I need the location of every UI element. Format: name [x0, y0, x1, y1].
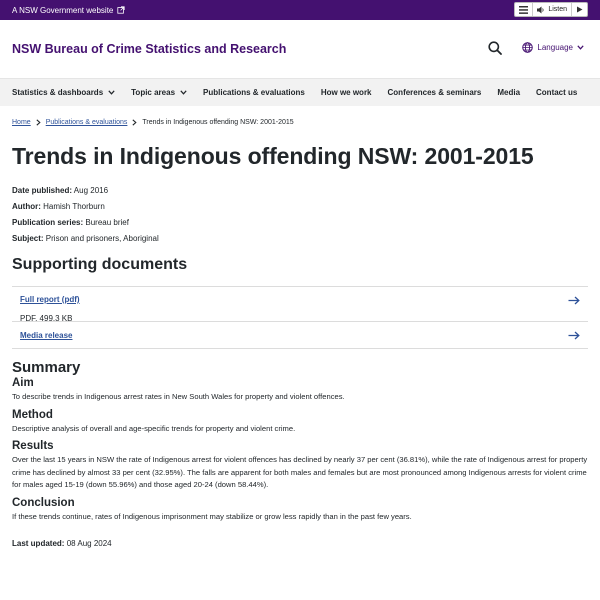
meta-subject: Subject: Prison and prisoners, Aborigina…	[12, 231, 588, 247]
nav-item-label: How we work	[320, 88, 372, 97]
method-text: Descriptive analysis of overall and age-…	[12, 423, 296, 433]
page-title: Trends in Indigenous offending NSW: 2001…	[12, 143, 534, 169]
breadcrumb: Home Publications & evaluations Trends i…	[0, 119, 600, 126]
meta-date-value: Aug 2016	[73, 186, 109, 195]
chevron-down-icon	[577, 45, 584, 50]
nav-item-label: Conferences & seminars	[387, 88, 482, 97]
nav-item-conferences-seminars[interactable]: Conferences & seminars	[388, 88, 482, 97]
meta-author: Author: Hamish Thorburn	[12, 199, 588, 215]
publication-meta: Date published: Aug 2016 Author: Hamish …	[12, 183, 588, 247]
nsw-government-link-label: A NSW Government website	[12, 5, 114, 15]
supporting-documents-heading: Supporting documents	[12, 256, 188, 273]
supporting-documents-list: Full report (pdf) PDF, 499.3 KB Media re…	[12, 286, 588, 349]
nav-item-label: Publications & evaluations	[203, 88, 305, 97]
language-label: Language	[537, 43, 573, 52]
meta-series: Publication series: Bureau brief	[12, 215, 588, 231]
breadcrumb-current: Trends in Indigenous offending NSW: 2001…	[142, 119, 294, 126]
meta-series-value: Bureau brief	[85, 218, 129, 227]
search-icon	[488, 41, 502, 55]
conclusion-text: If these trends continue, rates of Indig…	[12, 511, 412, 521]
last-updated-value: 08 Aug 2024	[66, 539, 112, 548]
nav-item-label: Media	[497, 88, 521, 97]
chevron-right-icon	[36, 119, 41, 126]
main-navigation: Statistics & dashboards Topic areas Publ…	[0, 78, 600, 106]
site-header: NSW Bureau of Crime Statistics and Resea…	[0, 20, 600, 78]
nav-item-publications-evaluations[interactable]: Publications & evaluations	[203, 88, 305, 97]
arrow-right-icon	[568, 296, 580, 305]
breadcrumb-section-link[interactable]: Publications & evaluations	[46, 119, 128, 126]
nav-item-statistics-dashboards[interactable]: Statistics & dashboards	[12, 88, 115, 97]
external-link-icon	[117, 6, 125, 14]
nsw-government-link[interactable]: A NSW Government website	[12, 6, 125, 15]
main-content: Trends in Indigenous offending NSW: 2001…	[0, 143, 600, 548]
meta-date-label: Date published:	[12, 186, 73, 195]
last-updated: Last updated: 08 Aug 2024	[12, 539, 588, 548]
chevron-down-icon	[180, 90, 187, 95]
chevron-down-icon	[108, 90, 115, 95]
nav-item-media[interactable]: Media	[497, 88, 520, 97]
meta-subject-label: Subject:	[12, 234, 44, 243]
search-button[interactable]	[488, 41, 502, 60]
speaker-icon	[537, 6, 544, 13]
arrow-right-icon	[568, 331, 580, 340]
meta-series-label: Publication series:	[12, 218, 84, 227]
menu-icon	[519, 5, 529, 14]
document-link[interactable]: Media release	[20, 331, 580, 340]
listen-button[interactable]: Listen	[533, 3, 572, 16]
method-heading: Method	[12, 408, 53, 421]
aim-text: To describe trends in Indigenous arrest …	[12, 392, 345, 401]
aim-heading: Aim	[12, 377, 34, 389]
nav-item-label: Topic areas	[131, 88, 176, 97]
play-button[interactable]	[572, 3, 587, 16]
nav-item-label: Contact us	[536, 88, 578, 97]
language-selector[interactable]: Language	[522, 42, 584, 53]
document-item[interactable]: Media release	[12, 321, 588, 349]
meta-date: Date published: Aug 2016	[12, 183, 588, 199]
play-icon	[577, 6, 583, 13]
nav-item-topic-areas[interactable]: Topic areas	[131, 88, 187, 97]
conclusion-heading: Conclusion	[12, 496, 75, 509]
globe-icon	[522, 42, 534, 53]
readspeaker-widget: Listen	[514, 2, 588, 17]
meta-subject-value: Prison and prisoners, Aboriginal	[45, 234, 159, 243]
results-text: Over the last 15 years in NSW the rate o…	[12, 455, 588, 489]
nav-item-label: Statistics & dashboards	[12, 88, 104, 97]
listen-label: Listen	[548, 6, 567, 13]
chevron-right-icon	[132, 119, 138, 126]
document-link[interactable]: Full report (pdf)	[20, 295, 580, 304]
nav-item-contact-us[interactable]: Contact us	[536, 88, 577, 97]
government-bar: A NSW Government website Listen	[0, 0, 600, 20]
menu-button[interactable]	[515, 3, 534, 16]
site-title[interactable]: NSW Bureau of Crime Statistics and Resea…	[12, 42, 286, 56]
summary-heading: Summary	[12, 359, 81, 376]
nav-item-how-we-work[interactable]: How we work	[321, 88, 372, 97]
document-item[interactable]: Full report (pdf) PDF, 499.3 KB	[12, 286, 588, 323]
meta-author-value: Hamish Thorburn	[43, 202, 105, 211]
meta-author-label: Author:	[12, 202, 41, 211]
breadcrumb-home-link[interactable]: Home	[12, 119, 31, 126]
results-heading: Results	[12, 440, 54, 452]
last-updated-label: Last updated:	[12, 539, 65, 548]
